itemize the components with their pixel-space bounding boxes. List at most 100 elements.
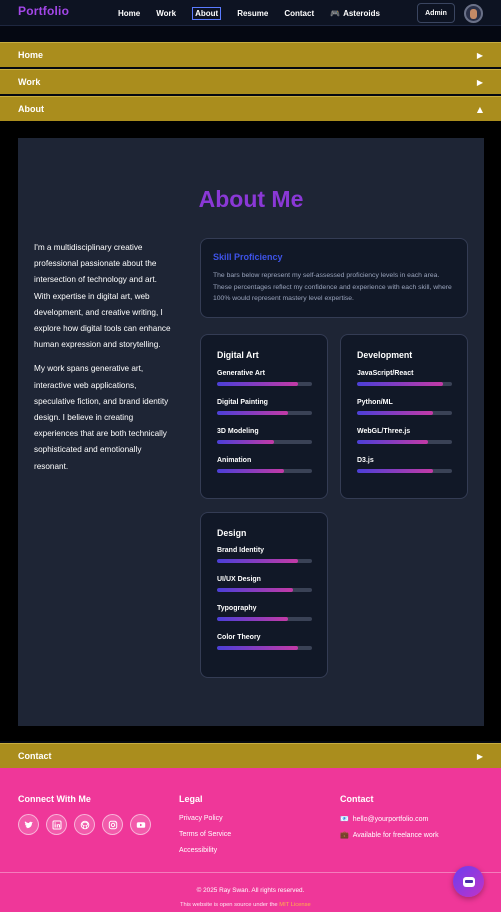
skill-bar-track <box>357 382 452 386</box>
accordion-contact[interactable]: Contact ▶ <box>0 743 501 768</box>
skill-card-title: Digital Art <box>217 350 259 360</box>
social-links <box>18 814 151 835</box>
contact-email-text: hello@yourportfolio.com <box>352 815 429 823</box>
skill-card-development: Development JavaScript/React Python/ML W… <box>340 334 468 499</box>
skill-bar-track <box>217 411 312 415</box>
skill-name: Generative Art <box>217 370 265 377</box>
skill-name: Color Theory <box>217 634 261 641</box>
proficiency-description: The bars below represent my self-assesse… <box>213 272 452 302</box>
skill-bar-fill <box>217 382 298 386</box>
top-navbar: Portfolio Home Work About Resume Contact… <box>0 0 501 26</box>
nav-link-home[interactable]: Home <box>118 9 140 18</box>
accordion-about[interactable]: About ▲ <box>0 96 501 121</box>
skill-card-digital-art: Digital Art Generative Art Digital Paint… <box>200 334 328 499</box>
bio-text: I'm a multidisciplinary creative profess… <box>34 240 174 483</box>
contact-email[interactable]: 📧 hello@yourportfolio.com <box>340 815 429 824</box>
skill-bar-track <box>217 559 312 563</box>
footer: Connect With Me Legal Privacy Policy Ter… <box>0 768 501 912</box>
skill-name: UI/UX Design <box>217 576 261 583</box>
bio-paragraph: I'm a multidisciplinary creative profess… <box>34 243 171 350</box>
skill-card-design: Design Brand Identity UI/UX Design Typog… <box>200 512 328 678</box>
skill-bar-track <box>217 646 312 650</box>
skill-item: Animation <box>217 457 312 473</box>
skill-bar-fill <box>217 559 298 563</box>
skill-item: D3.js <box>357 457 452 473</box>
footer-contact-title: Contact <box>340 794 374 804</box>
skill-bar-track <box>217 469 312 473</box>
accordion-work[interactable]: Work ▶ <box>0 69 501 94</box>
linkedin-icon[interactable] <box>46 814 67 835</box>
skill-name: Python/ML <box>357 399 393 406</box>
proficiency-card: Skill Proficiency The bars below represe… <box>200 238 468 318</box>
accessibility-link[interactable]: Accessibility <box>179 847 217 854</box>
skill-item: Typography <box>217 605 312 621</box>
skill-bar-fill <box>357 440 429 444</box>
footer-connect-title: Connect With Me <box>18 794 91 804</box>
github-icon[interactable] <box>74 814 95 835</box>
skill-bar-fill <box>357 469 433 473</box>
avatar-image <box>470 8 477 19</box>
nav-link-asteroids-label: Asteroids <box>343 8 380 18</box>
skill-item: Python/ML <box>357 399 452 415</box>
skill-bar-track <box>357 440 452 444</box>
skill-bar-track <box>217 588 312 592</box>
skill-bar-fill <box>357 411 433 415</box>
skill-bar-fill <box>217 646 298 650</box>
chatbot-button[interactable] <box>453 866 484 897</box>
nav-link-work[interactable]: Work <box>156 9 176 18</box>
youtube-icon[interactable] <box>130 814 151 835</box>
skill-bar-fill <box>217 588 293 592</box>
privacy-policy-link[interactable]: Privacy Policy <box>179 815 223 822</box>
nav-links: Home Work About Resume Contact 🎮 Asteroid… <box>118 0 396 26</box>
nav-link-resume[interactable]: Resume <box>237 9 268 18</box>
skill-bar-fill <box>217 411 289 415</box>
skill-bar-track <box>217 440 312 444</box>
chevron-right-icon: ▶ <box>476 751 483 761</box>
skill-bar-track <box>217 617 312 621</box>
skill-name: JavaScript/React <box>357 370 414 377</box>
nav-link-asteroids[interactable]: 🎮 Asteroids <box>330 9 380 18</box>
nav-link-contact[interactable]: Contact <box>284 9 314 18</box>
chevron-up-icon: ▲ <box>476 104 483 114</box>
twitter-icon[interactable] <box>18 814 39 835</box>
bio-paragraph: My work spans generative art, interactiv… <box>34 364 169 471</box>
game-controller-icon: 🎮 <box>330 8 341 18</box>
footer-legal-title: Legal <box>179 794 203 804</box>
instagram-icon[interactable] <box>102 814 123 835</box>
chevron-right-icon: ▶ <box>476 77 483 87</box>
avatar[interactable] <box>464 4 483 23</box>
nav-link-about[interactable]: About <box>192 6 222 20</box>
skill-item: Digital Painting <box>217 399 312 415</box>
skill-item: WebGL/Three.js <box>357 428 452 444</box>
briefcase-icon: 💼 <box>340 832 349 839</box>
skill-card-title: Development <box>357 350 413 360</box>
brand-logo[interactable]: Portfolio <box>18 4 69 18</box>
skill-item: UI/UX Design <box>217 576 312 592</box>
admin-button[interactable]: Admin <box>417 3 455 23</box>
skill-card-title: Design <box>217 528 247 538</box>
skill-name: D3.js <box>357 457 374 464</box>
skill-name: Typography <box>217 605 257 612</box>
robot-icon <box>462 876 475 887</box>
accordion-home[interactable]: Home ▶ <box>0 42 501 67</box>
skill-bar-track <box>357 411 452 415</box>
accordion-work-label: Work <box>18 77 41 87</box>
copyright: © 2025 Ray Swan. All rights reserved. <box>196 887 305 894</box>
license-link[interactable]: MIT License <box>279 902 310 908</box>
open-source-text: This website is open source under the <box>180 902 278 908</box>
open-source-note: This website is open source under the MI… <box>180 902 311 908</box>
skill-name: Brand Identity <box>217 547 265 554</box>
skill-bar-fill <box>217 617 289 621</box>
chevron-right-icon: ▶ <box>476 50 483 60</box>
skill-bar-track <box>217 382 312 386</box>
skill-name: 3D Modeling <box>217 428 259 435</box>
skill-name: Animation <box>217 457 252 464</box>
skill-item: Generative Art <box>217 370 312 386</box>
skill-name: WebGL/Three.js <box>357 428 411 435</box>
accordion-contact-label: Contact <box>18 751 52 761</box>
skill-item: Color Theory <box>217 634 312 650</box>
accordion-home-label: Home <box>18 50 44 60</box>
terms-of-service-link[interactable]: Terms of Service <box>179 831 231 838</box>
skill-item: Brand Identity <box>217 547 312 563</box>
email-icon: 📧 <box>340 816 349 823</box>
